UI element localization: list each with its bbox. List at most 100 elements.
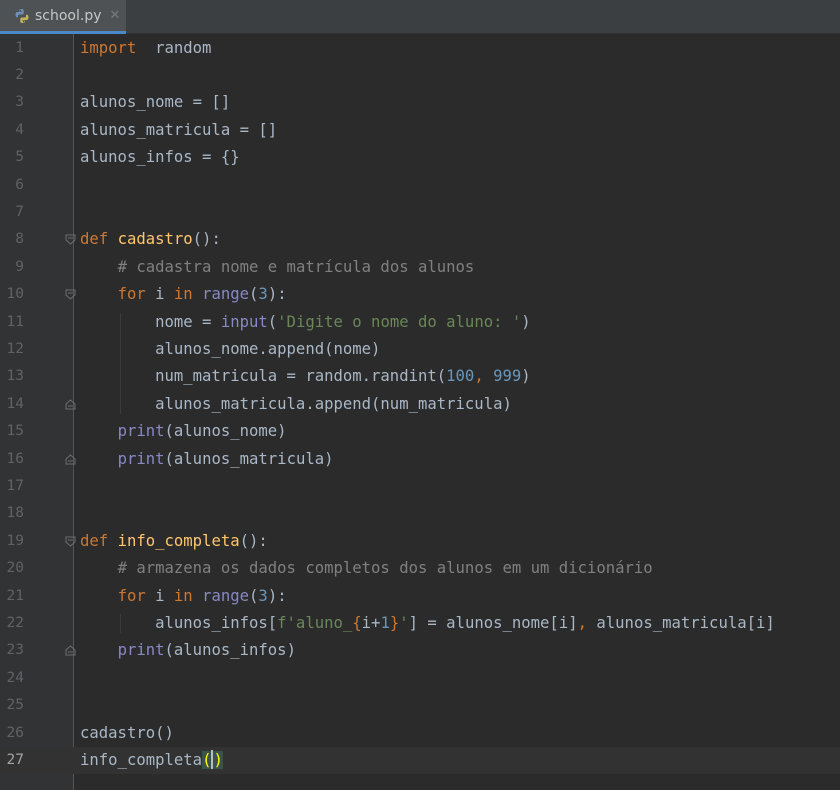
code-token: range — [202, 285, 250, 304]
fold-open-icon[interactable] — [65, 234, 76, 245]
line-number: 13 — [6, 368, 24, 385]
code-token: print — [117, 449, 165, 468]
code-token: (): — [192, 230, 221, 249]
line-number: 26 — [6, 724, 24, 741]
line-number: 3 — [15, 94, 24, 111]
code-line[interactable]: 20 # armazena os dados completos dos alu… — [0, 555, 840, 582]
code-line[interactable]: 3 alunos_nome = [] — [0, 89, 840, 116]
code-token: info_completa — [117, 531, 240, 550]
code-line[interactable]: 4 alunos_matricula = [] — [0, 117, 840, 144]
code-token: ) — [521, 312, 531, 331]
code-token: import — [80, 38, 137, 57]
line-number: 27 — [6, 751, 24, 768]
code-token: ) — [521, 367, 531, 386]
code-token: for — [117, 586, 146, 605]
code-line[interactable]: 11 nome = input('Digite o nome do aluno:… — [0, 309, 840, 336]
code-line[interactable]: 15 print(alunos_nome) — [0, 418, 840, 445]
code-line[interactable]: 8 def cadastro(): — [0, 226, 840, 253]
line-code: num_matricula = random.randint(100, 999) — [80, 363, 531, 390]
line-code: alunos_matricula.append(num_matricula) — [80, 391, 512, 418]
fold-open-icon[interactable] — [65, 289, 76, 300]
code-line[interactable]: 23 print(alunos_infos) — [0, 637, 840, 664]
code-token: random — [136, 38, 212, 57]
code-line[interactable]: 18 — [0, 500, 840, 527]
code-token: { — [352, 613, 362, 632]
code-line[interactable]: 7 — [0, 199, 840, 226]
line-code: alunos_nome = [] — [80, 89, 230, 116]
code-token: in — [173, 586, 193, 605]
code-token: cadastro() — [80, 723, 174, 742]
code-line[interactable]: 9 # cadastra nome e matrícula dos alunos — [0, 254, 840, 281]
code-token: 3 — [258, 285, 268, 304]
code-token: , — [474, 367, 494, 386]
line-number: 21 — [6, 587, 24, 604]
code-token: ' — [399, 613, 409, 632]
code-line[interactable]: 16 print(alunos_matricula) — [0, 446, 840, 473]
code-token: ( — [249, 586, 259, 605]
tab-school-py[interactable]: school.py ✕ — [0, 0, 126, 34]
code-token: print — [117, 641, 165, 660]
line-number: 10 — [6, 286, 24, 303]
code-token: nome = — [80, 312, 221, 331]
line-code: alunos_nome.append(nome) — [80, 336, 380, 363]
code-line[interactable]: 13 num_matricula = random.randint(100, 9… — [0, 363, 840, 390]
code-line[interactable]: 10 for i in range(3): — [0, 281, 840, 308]
code-token: 100 — [446, 367, 475, 386]
code-line[interactable]: 24 — [0, 665, 840, 692]
code-token: range — [202, 586, 250, 605]
code-token: info_completa — [80, 750, 203, 769]
fold-end-icon[interactable] — [65, 399, 76, 410]
line-number: 23 — [6, 642, 24, 659]
line-code: print(alunos_matricula) — [80, 446, 334, 473]
code-editor[interactable]: 1 import random 2 3 alunos_nome = [] 4 alunos_… — [0, 34, 840, 790]
line-number: 5 — [15, 149, 24, 166]
code-token: ): — [267, 586, 287, 605]
code-line[interactable]: 1 import random — [0, 35, 840, 62]
tab-close-icon[interactable]: ✕ — [110, 9, 121, 22]
code-token: i+ — [361, 613, 381, 632]
fold-open-icon[interactable] — [65, 536, 76, 547]
code-line[interactable]: 2 — [0, 62, 840, 89]
code-token: # cadastra nome e matrícula dos alunos — [117, 257, 475, 276]
code-token: print — [117, 422, 165, 441]
line-number: 20 — [6, 560, 24, 577]
code-token: ): — [267, 285, 287, 304]
code-line[interactable]: 27 info_completa() — [0, 746, 840, 775]
line-code: def info_completa(): — [80, 528, 268, 555]
tab-filename: school.py — [35, 7, 102, 24]
code-line[interactable]: 5 alunos_infos = {} — [0, 144, 840, 171]
line-number: 7 — [15, 203, 24, 220]
line-number: 9 — [15, 258, 24, 275]
code-token: 'Digite o nome do aluno: ' — [277, 312, 522, 331]
code-token: alunos_infos[ — [80, 613, 278, 632]
line-code: # armazena os dados completos dos alunos… — [80, 555, 653, 582]
fold-end-icon[interactable] — [65, 645, 76, 656]
code-line[interactable]: 17 — [0, 473, 840, 500]
code-line[interactable]: 12 alunos_nome.append(nome) — [0, 336, 840, 363]
code-token: alunos_matricula[i] — [596, 613, 775, 632]
code-token: i — [145, 586, 174, 605]
code-token: num_matricula = random.randint( — [80, 367, 447, 386]
code-line[interactable]: 21 for i in range(3): — [0, 583, 840, 610]
code-token: alunos_nome = [] — [80, 93, 231, 112]
code-token: ] = alunos_nome[i] — [408, 613, 578, 632]
line-code: # cadastra nome e matrícula dos alunos — [80, 254, 475, 281]
code-token: input — [220, 312, 268, 331]
code-line[interactable]: 25 — [0, 692, 840, 719]
code-token: def — [80, 230, 118, 249]
code-line[interactable]: 22 alunos_infos[f'aluno_{i+1}'] = alunos… — [0, 610, 840, 637]
fold-end-icon[interactable] — [65, 453, 76, 465]
code-line[interactable]: 6 — [0, 172, 840, 199]
editor-tab-bar: school.py ✕ — [0, 0, 840, 34]
code-line[interactable]: 19 def info_completa(): — [0, 528, 840, 555]
code-line[interactable]: 26 cadastro() — [0, 720, 840, 747]
line-code: for i in range(3): — [80, 583, 287, 610]
code-line[interactable]: 14 alunos_matricula.append(num_matricula… — [0, 391, 840, 418]
code-token: # armazena os dados completos dos alunos… — [117, 559, 653, 578]
line-code: import random — [80, 35, 211, 62]
line-code: print(alunos_nome) — [80, 418, 287, 445]
